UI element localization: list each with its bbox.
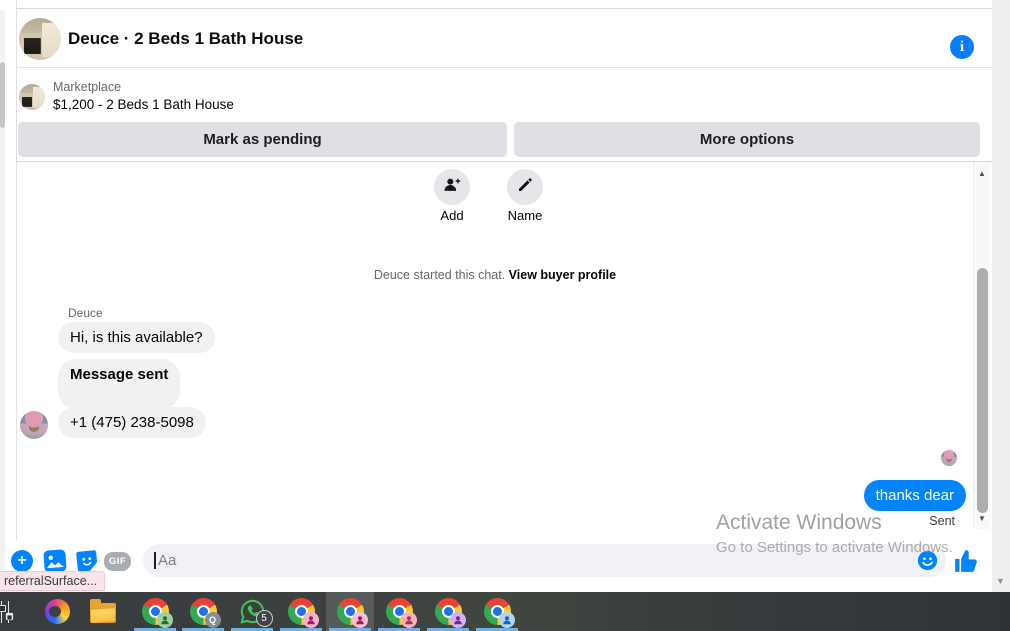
listing-title: $1,200 - 2 Beds 1 Bath House [53, 97, 234, 112]
person-icon [404, 616, 413, 625]
person-add-icon [442, 175, 462, 200]
add-member-button[interactable] [434, 169, 470, 205]
more-options-button[interactable]: More options [514, 122, 980, 157]
chrome-icon [483, 598, 515, 628]
taskbar-app-chrome-profile-red[interactable] [375, 592, 423, 631]
listing-thumbnail[interactable] [19, 84, 45, 110]
person-icon [502, 616, 511, 625]
taskbar-app-file-explorer[interactable] [79, 592, 127, 631]
chat-title: Deuce · 2 Beds 1 Bath House [68, 28, 304, 48]
sidebar-scrollbar-track[interactable] [0, 10, 5, 570]
taskbar-app-chrome-profile-q[interactable]: Q [179, 592, 227, 631]
taskbar-app-chrome-profile-green[interactable] [131, 592, 179, 631]
person-icon [306, 616, 315, 625]
profile-badge: Q [204, 612, 221, 628]
message-bubble: +1 (475) 238-5098 [58, 407, 206, 438]
clipped-tray-icon [0, 600, 10, 623]
profile-badge [156, 612, 173, 628]
person-icon [160, 616, 169, 625]
name-label: Name [507, 208, 543, 223]
text-caret [154, 552, 156, 569]
sender-name-label: Deuce [68, 306, 103, 320]
person-icon [355, 616, 364, 625]
chrome-icon [385, 598, 417, 628]
screen: Deuce · 2 Beds 1 Bath House i Marketplac… [0, 0, 1010, 631]
chat-header: Deuce · 2 Beds 1 Bath House i [17, 9, 992, 68]
copilot-icon [44, 599, 70, 624]
plus-icon[interactable]: + [11, 550, 33, 572]
taskbar-app-hidden-left[interactable] [0, 592, 15, 631]
thumbs-up-icon[interactable] [953, 548, 979, 574]
chrome-icon [434, 598, 466, 628]
mark-as-pending-button[interactable]: Mark as pending [18, 122, 507, 157]
chrome-icon: Q [189, 598, 221, 628]
buyer-avatar[interactable] [20, 411, 48, 439]
person-icon [453, 616, 462, 625]
page-scroll-down-icon[interactable]: ▼ [996, 576, 1005, 586]
chat-scrollbar[interactable]: ▲ ▼ [973, 162, 990, 529]
message-input[interactable]: Aa [143, 544, 946, 577]
taskbar-app-whatsapp[interactable]: 5 [228, 592, 276, 631]
window-top-strip [17, 0, 992, 9]
file-explorer-icon [90, 598, 116, 623]
taskbar-app-chrome-profile-pink[interactable] [326, 592, 374, 631]
chat-scrollbar-thumb[interactable] [977, 268, 988, 513]
chrome-icon [141, 598, 173, 628]
info-icon[interactable]: i [950, 35, 974, 59]
taskbar-app-copilot[interactable] [33, 592, 81, 631]
pencil-icon [516, 176, 534, 199]
scroll-up-arrow[interactable]: ▲ [974, 169, 990, 178]
message-bubble: Message sent [58, 359, 181, 409]
taskbar-app-chrome-profile-magenta[interactable] [277, 592, 325, 631]
profile-badge [400, 612, 417, 628]
photo-icon[interactable] [42, 548, 68, 574]
sidebar-scrollbar-thumb[interactable] [0, 62, 5, 128]
add-label: Add [440, 208, 464, 223]
message-bubble: Hi, is this available? [58, 322, 215, 353]
message-bubble-outgoing: thanks dear [863, 480, 966, 511]
gif-icon[interactable]: GIF [104, 552, 131, 571]
profile-badge [351, 612, 368, 628]
marketplace-label: Marketplace [53, 80, 122, 94]
profile-badge [449, 612, 466, 628]
taskbar-app-chrome-profile-purple[interactable] [424, 592, 472, 631]
taskbar: Q 5 15°C Smoke 6:59 AM 2/1/2025 [0, 592, 1010, 631]
seen-avatar [941, 450, 957, 466]
emoji-icon[interactable] [917, 550, 938, 571]
scroll-down-arrow[interactable]: ▼ [974, 514, 990, 523]
status-tooltip: referralSurface... [0, 571, 106, 591]
marketplace-banner: Marketplace $1,200 - 2 Beds 1 Bath House… [17, 68, 992, 162]
input-placeholder: Aa [158, 552, 177, 569]
sidebar-sliver [0, 0, 17, 592]
taskbar-app-chrome-profile-blue[interactable] [473, 592, 521, 631]
chat-body: Add Name Deuce started this chat. View b… [17, 162, 973, 540]
edit-name-button[interactable] [507, 169, 543, 205]
chat-intro-line: Deuce started this chat. View buyer prof… [17, 268, 973, 282]
profile-badge [302, 612, 319, 628]
unread-count-badge: 5 [255, 610, 273, 627]
whatsapp-icon: 5 [239, 598, 273, 627]
profile-badge [498, 612, 515, 628]
page-right-gutter: ▼ [992, 0, 1010, 592]
view-buyer-profile-link[interactable]: View buyer profile [509, 268, 616, 282]
chrome-icon [287, 598, 319, 628]
listing-avatar[interactable] [19, 18, 61, 60]
composer-bar: + GIF Aa [6, 540, 992, 582]
sent-status: Sent [929, 514, 955, 528]
chrome-icon [336, 598, 368, 628]
intro-text: Deuce started this chat. [373, 268, 509, 282]
